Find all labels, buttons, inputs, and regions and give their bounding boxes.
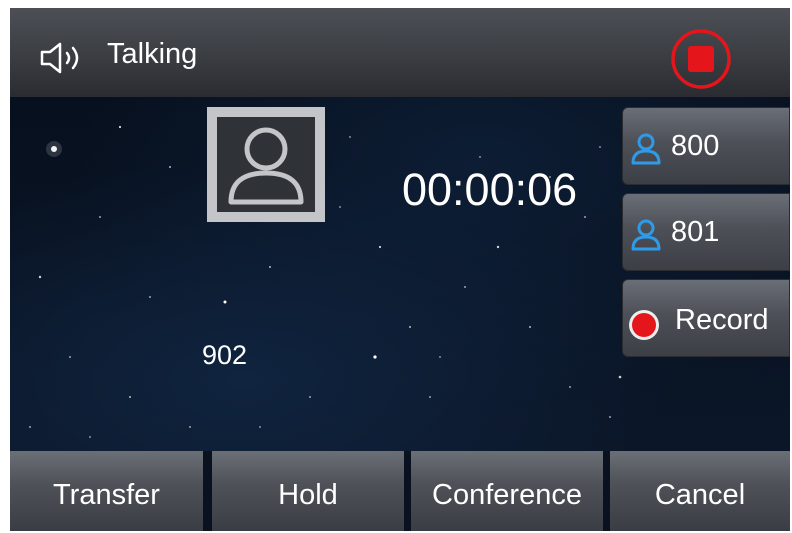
status-bar: Talking xyxy=(10,8,790,98)
conference-button[interactable]: Conference xyxy=(411,451,603,531)
call-area: 00:00:06 902 800 801 Record 1 2 xyxy=(10,97,790,510)
caller-number: 902 xyxy=(202,340,248,370)
speaker-icon xyxy=(40,42,79,74)
record-label: Record xyxy=(675,304,769,336)
line-key-label: 801 xyxy=(671,216,720,248)
contact-icon xyxy=(631,133,661,165)
contact-icon xyxy=(631,219,661,251)
stop-record-icon[interactable] xyxy=(670,28,732,90)
call-timer: 00:00:06 xyxy=(402,164,578,215)
record-dot-icon xyxy=(629,310,659,340)
record-button[interactable]: Record xyxy=(622,279,790,357)
cancel-button[interactable]: Cancel xyxy=(610,451,790,531)
softkey-bar: Transfer Hold Conference Cancel xyxy=(10,451,790,531)
status-title: Talking xyxy=(107,38,198,70)
line-key-801[interactable]: 801 xyxy=(622,193,790,271)
contact-avatar-icon xyxy=(207,107,325,222)
phone-screen: Talking 00:00:06 902 800 801 Record Tran… xyxy=(10,8,790,531)
line-key-800[interactable]: 800 xyxy=(622,107,790,185)
line-key-label: 800 xyxy=(671,130,720,162)
hold-button[interactable]: Hold xyxy=(212,451,404,531)
transfer-button[interactable]: Transfer xyxy=(10,451,203,531)
